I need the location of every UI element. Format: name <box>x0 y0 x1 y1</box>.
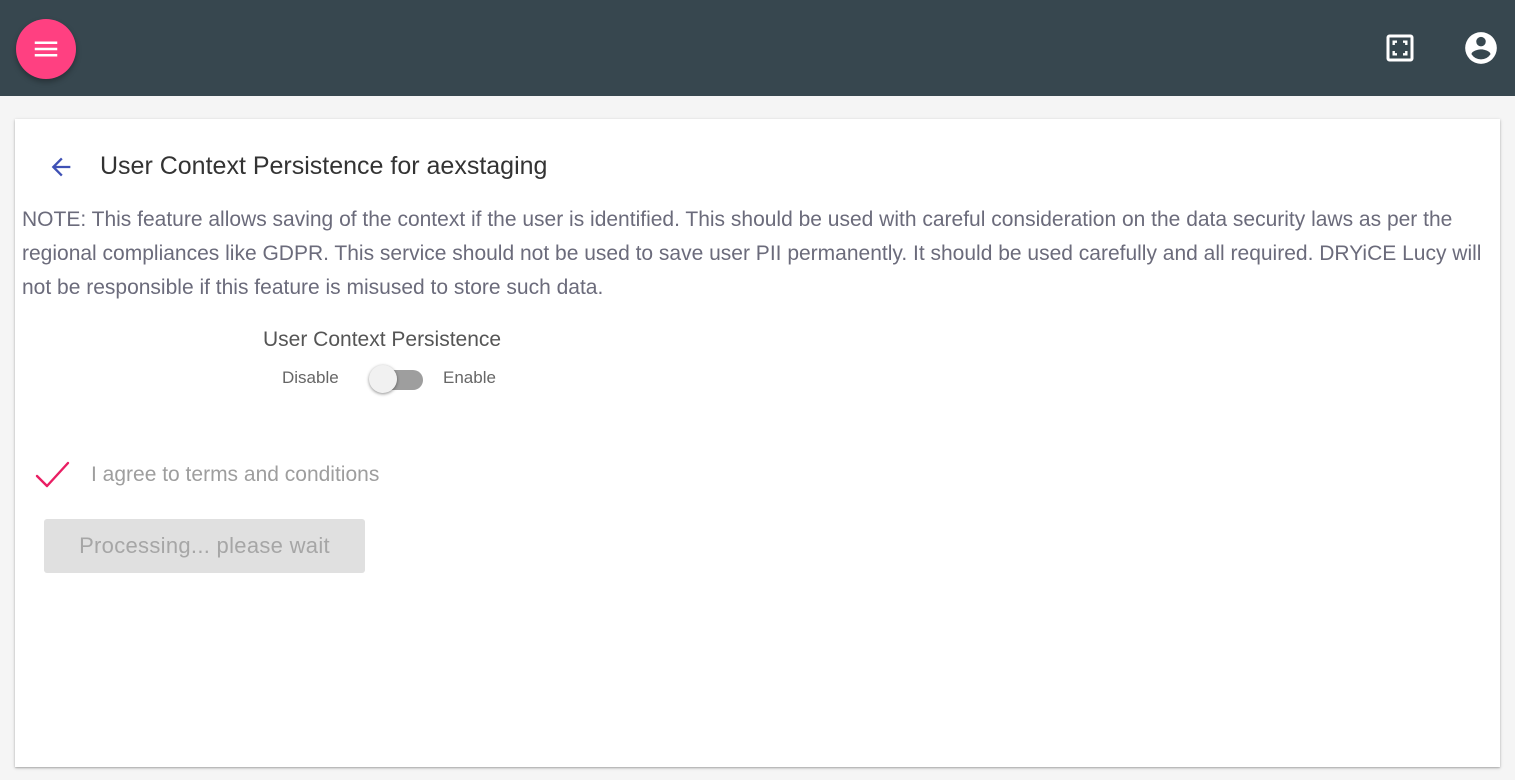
menu-icon <box>34 41 58 57</box>
fullscreen-button[interactable] <box>1380 28 1420 68</box>
data-security-note: NOTE: This feature allows saving of the … <box>22 208 1482 299</box>
top-app-bar <box>0 0 1515 96</box>
arrow-back-icon <box>51 157 71 177</box>
menu-button[interactable] <box>16 19 76 79</box>
checkmark-icon <box>35 461 70 488</box>
persistence-toggle-title: User Context Persistence <box>263 328 502 351</box>
account-circle-icon <box>1465 32 1497 64</box>
terms-checkbox[interactable] <box>35 457 71 493</box>
settings-card: User Context Persistence for aexstaging … <box>15 119 1500 767</box>
page-title: User Context Persistence for aexstaging <box>100 152 548 180</box>
toggle-enable-label: Enable <box>443 368 496 387</box>
processing-button[interactable]: Processing... please wait <box>44 519 365 573</box>
fullscreen-icon <box>1386 34 1414 62</box>
account-button[interactable] <box>1461 28 1501 68</box>
toggle-disable-label: Disable <box>282 368 339 387</box>
toggle-thumb[interactable] <box>369 365 397 393</box>
back-button[interactable] <box>45 151 77 183</box>
terms-label[interactable]: I agree to terms and conditions <box>91 463 379 487</box>
persistence-toggle[interactable] <box>369 364 425 394</box>
